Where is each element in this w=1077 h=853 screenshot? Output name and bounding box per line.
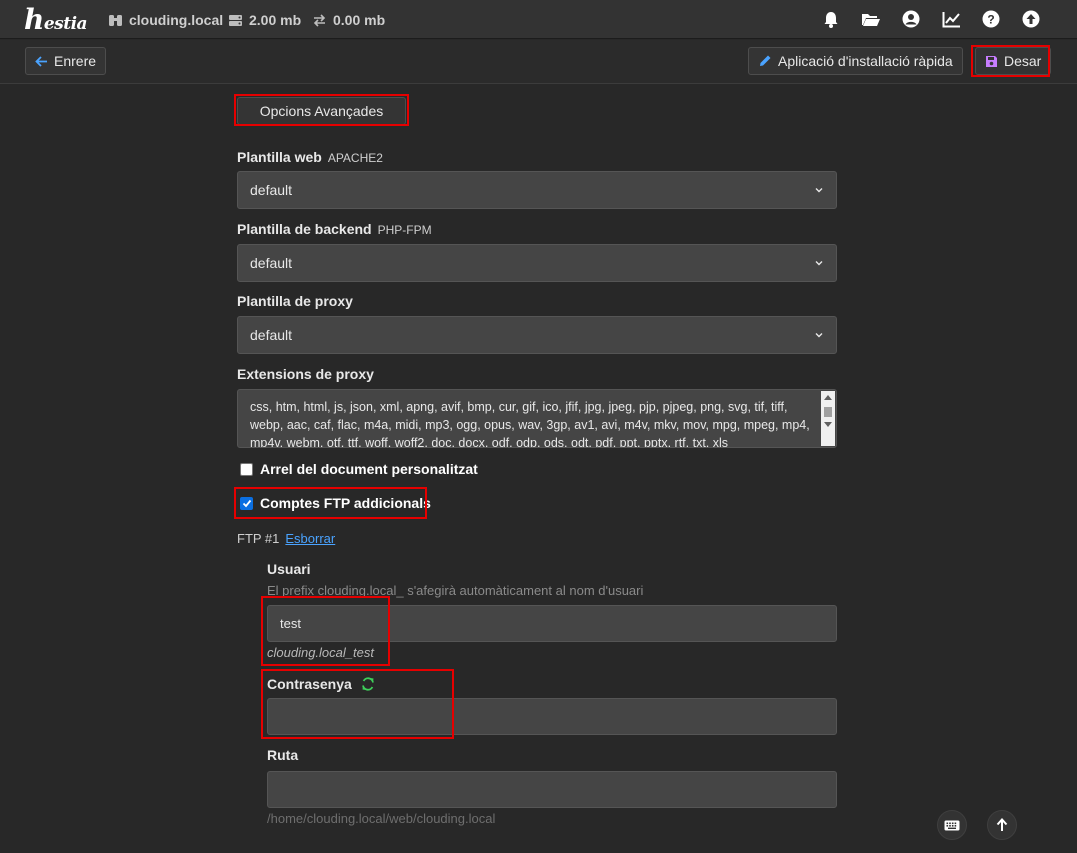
custom-docroot-checkbox[interactable] <box>240 462 253 476</box>
ftp-password-label: Contrasenya <box>267 676 375 692</box>
custom-docroot-checkbox-row[interactable]: Arrel del document personalitzat <box>240 461 478 477</box>
save-button-label: Desar <box>1004 53 1042 69</box>
back-button-label: Enrere <box>54 53 97 69</box>
proxy-template-select[interactable]: default <box>237 316 837 354</box>
arrow-up-icon <box>996 818 1008 831</box>
chevron-down-icon <box>815 261 823 266</box>
chart-icon[interactable] <box>941 9 961 29</box>
additional-ftp-checkbox[interactable] <box>240 496 253 510</box>
checkmark-icon <box>242 499 251 507</box>
hard-drive-icon <box>229 14 242 26</box>
keyboard-icon <box>944 820 960 830</box>
scroll-to-top-button[interactable] <box>987 810 1017 840</box>
additional-ftp-label: Comptes FTP addicionals <box>260 495 431 511</box>
advanced-options-button[interactable]: Opcions Avançades <box>237 97 406 125</box>
proxy-template-label: Plantilla de proxy <box>237 293 353 309</box>
binoculars-icon <box>109 14 122 26</box>
quick-install-button[interactable]: Aplicació d'installació ràpida <box>748 47 963 75</box>
additional-ftp-checkbox-row[interactable]: Comptes FTP addicionals <box>240 495 431 511</box>
ftp-user-label: Usuari <box>267 561 311 577</box>
domain-stat: clouding.local <box>108 11 223 29</box>
chevron-down-icon <box>815 333 823 338</box>
save-icon <box>986 55 997 67</box>
proxy-extensions-value: css, htm, html, js, json, xml, apng, avi… <box>250 400 810 448</box>
ftp-path-hint: /home/clouding.local/web/clouding.local <box>267 811 496 826</box>
bandwidth-stat: 0.00 mb <box>312 11 385 29</box>
refresh-icon[interactable] <box>361 677 375 691</box>
proxy-extensions-label: Extensions de proxy <box>237 366 374 382</box>
ftp-user-hint: El prefix clouding.local_ s'afegirà auto… <box>267 583 644 598</box>
bandwidth-usage: 0.00 mb <box>333 12 386 28</box>
scroll-down-icon[interactable] <box>824 422 832 427</box>
scroll-thumb[interactable] <box>824 407 832 417</box>
proxy-extensions-textarea[interactable]: css, htm, html, js, json, xml, apng, avi… <box>237 389 837 448</box>
help-icon[interactable]: ? <box>981 9 1001 29</box>
web-template-label: Plantilla web APACHE2 <box>237 149 383 165</box>
quick-install-label: Aplicació d'installació ràpida <box>778 53 953 69</box>
folder-icon[interactable] <box>861 9 881 29</box>
hestia-logo[interactable]: hestia <box>24 3 88 36</box>
transfer-arrows-icon <box>313 13 326 27</box>
ftp-title-text: FTP #1 <box>237 531 280 546</box>
disk-stat: 2.00 mb <box>228 11 301 29</box>
custom-docroot-label: Arrel del document personalitzat <box>260 461 478 477</box>
top-bar: hestia clouding.local 2.00 mb 0.00 mb ? <box>0 0 1077 39</box>
scroll-up-icon[interactable] <box>824 395 832 400</box>
ftp-user-input[interactable]: test <box>267 605 837 642</box>
web-template-value: default <box>250 182 293 198</box>
ftp-delete-link[interactable]: Esborrar <box>285 531 335 546</box>
backend-template-value: default <box>250 255 293 271</box>
ftp-user-full-name: clouding.local_test <box>267 645 374 660</box>
keyboard-shortcuts-button[interactable] <box>937 810 967 840</box>
ftp-account-title: FTP #1 Esborrar <box>237 531 335 546</box>
ftp-path-label: Ruta <box>267 747 299 763</box>
disk-usage: 2.00 mb <box>249 12 302 28</box>
upload-icon[interactable] <box>1021 9 1041 29</box>
bell-icon[interactable] <box>821 9 841 29</box>
ftp-password-label-text: Contrasenya <box>267 676 352 692</box>
web-template-select[interactable]: default <box>237 171 837 209</box>
svg-text:?: ? <box>987 13 994 27</box>
chevron-down-icon <box>815 188 823 193</box>
top-icons: ? <box>801 9 1041 29</box>
arrow-left-icon <box>35 55 47 67</box>
proxy-template-value: default <box>250 327 293 343</box>
ftp-path-input[interactable] <box>267 771 837 808</box>
backend-template-label: Plantilla de backend PHP-FPM <box>237 221 432 237</box>
save-button[interactable]: Desar <box>975 47 1052 75</box>
ftp-password-input[interactable] <box>267 698 837 735</box>
toolbar: Enrere Aplicació d'installació ràpida De… <box>0 40 1077 84</box>
textarea-scrollbar[interactable] <box>821 391 835 446</box>
user-icon[interactable] <box>901 9 921 29</box>
domain-name: clouding.local <box>129 12 224 28</box>
pencil-icon <box>760 55 771 66</box>
ftp-user-value: test <box>280 616 301 631</box>
backend-template-select[interactable]: default <box>237 244 837 282</box>
back-button[interactable]: Enrere <box>25 47 107 75</box>
